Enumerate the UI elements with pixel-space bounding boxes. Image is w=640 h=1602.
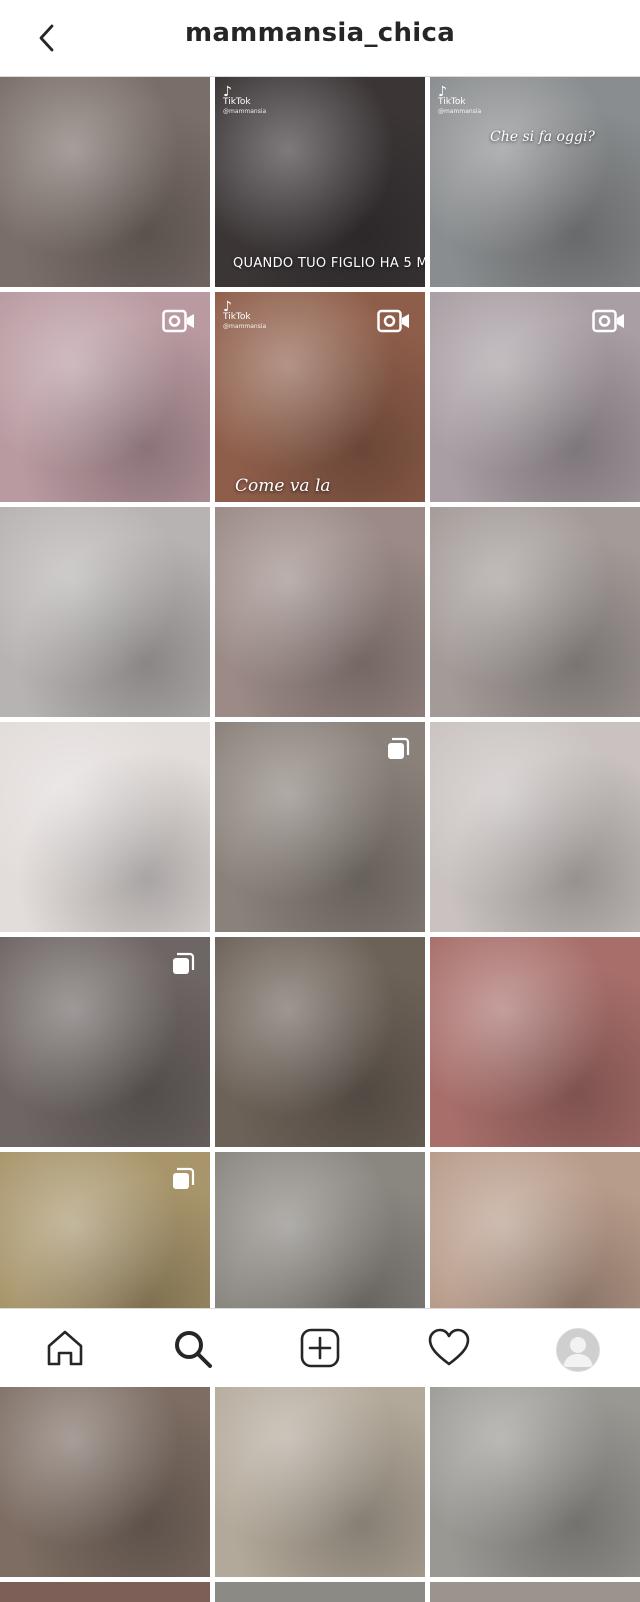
post-thumbnail[interactable]	[0, 1367, 210, 1577]
post-overlay-caption: Come va la	[235, 476, 331, 496]
avatar-placeholder-icon	[563, 1337, 593, 1367]
tiktok-label: TikTok	[223, 97, 251, 107]
tiktok-watermark: ♪ TikTok @mammansia	[223, 84, 267, 117]
post-thumbnail[interactable]	[215, 722, 425, 932]
profile-username-title: mammansia_chica	[184, 18, 456, 48]
post-thumbnail-partial[interactable]	[430, 1582, 640, 1602]
post-thumbnail[interactable]	[430, 937, 640, 1147]
activity-heart-icon[interactable]	[427, 1326, 471, 1370]
tiktok-logo-icon: ♪	[223, 299, 232, 315]
carousel-multiple-icon	[173, 952, 195, 974]
igtv-video-icon	[377, 309, 409, 333]
post-thumbnail-partial[interactable]	[215, 1582, 425, 1602]
post-thumbnail[interactable]	[430, 1367, 640, 1577]
tiktok-watermark: ♪ TikTok @mammansia	[438, 84, 482, 117]
carousel-multiple-icon	[173, 1167, 195, 1189]
igtv-video-icon	[162, 309, 194, 333]
post-thumbnail[interactable]	[0, 292, 210, 502]
tiktok-label: TikTok	[223, 312, 251, 322]
tiktok-logo-icon: ♪	[438, 84, 447, 100]
tiktok-watermark: ♪ TikTok @mammansia	[223, 299, 267, 332]
tiktok-handle: @mammansia	[223, 323, 267, 330]
tiktok-logo-icon: ♪	[223, 84, 232, 100]
tiktok-handle: @mammansia	[438, 108, 482, 115]
post-thumbnail[interactable]	[0, 937, 210, 1147]
new-post-icon[interactable]	[298, 1326, 342, 1370]
top-app-bar: mammansia_chica	[0, 0, 640, 77]
post-thumbnail[interactable]	[0, 507, 210, 717]
tiktok-label: TikTok	[438, 97, 466, 107]
tiktok-handle: @mammansia	[223, 108, 267, 115]
post-thumbnail[interactable]	[215, 937, 425, 1147]
post-thumbnail[interactable]	[430, 507, 640, 717]
post-thumbnail[interactable]: ♪ TikTok @mammansia Che si fa oggi?	[430, 77, 640, 287]
carousel-multiple-icon	[388, 737, 410, 759]
post-thumbnail[interactable]	[0, 77, 210, 287]
post-thumbnail[interactable]	[430, 292, 640, 502]
post-thumbnail[interactable]	[215, 1367, 425, 1577]
post-thumbnail[interactable]: ♪ TikTok @mammansia QUANDO TUO FIGLIO HA 5 …	[215, 77, 425, 287]
igtv-video-icon	[592, 309, 624, 333]
post-thumbnail[interactable]	[215, 507, 425, 717]
post-overlay-caption: Che si fa oggi?	[490, 129, 595, 145]
profile-avatar[interactable]	[556, 1328, 600, 1372]
post-thumbnail[interactable]	[0, 722, 210, 932]
home-icon[interactable]	[43, 1326, 87, 1370]
bottom-navigation-bar	[0, 1308, 640, 1387]
post-overlay-caption: QUANDO TUO FIGLIO HA 5 MESI	[233, 256, 425, 271]
post-thumbnail[interactable]	[430, 722, 640, 932]
search-icon[interactable]	[170, 1326, 214, 1370]
post-thumbnail[interactable]: ♪ TikTok @mammansia Come va la	[215, 292, 425, 502]
post-thumbnail-partial[interactable]	[0, 1582, 210, 1602]
